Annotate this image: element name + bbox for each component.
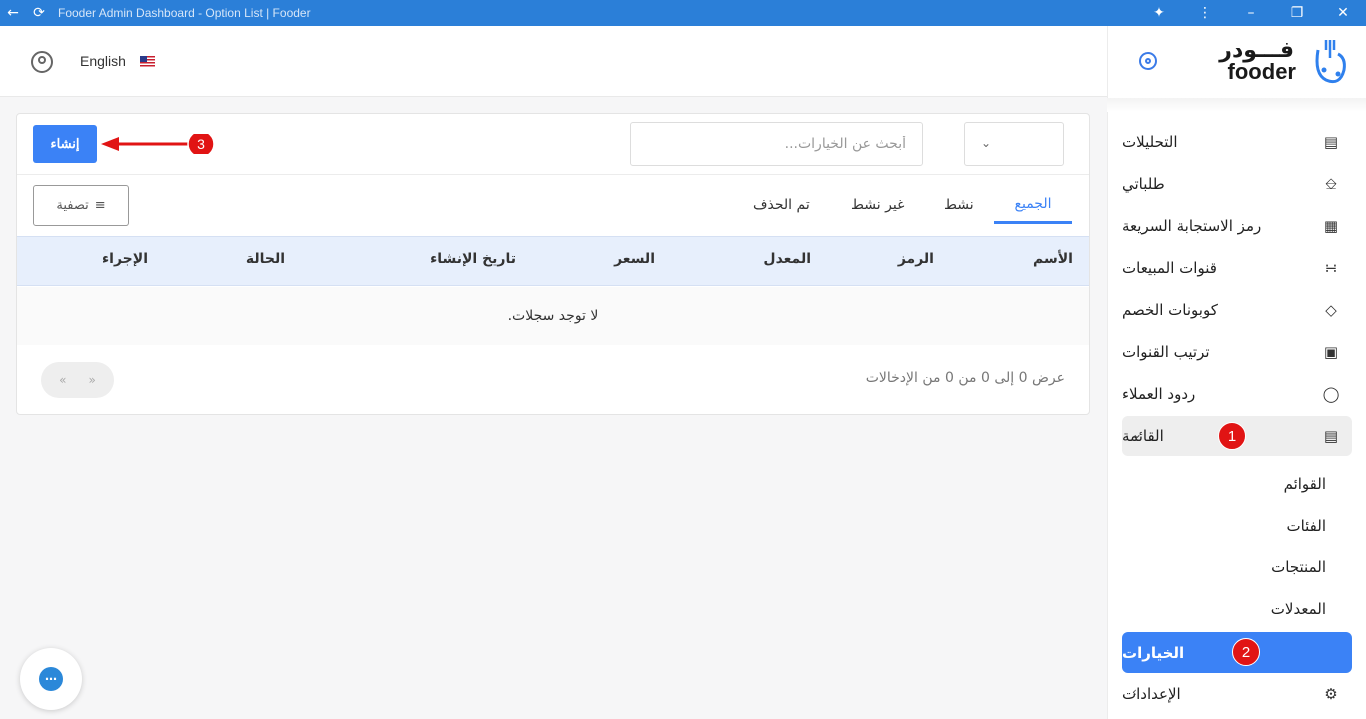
user-avatar-icon[interactable] xyxy=(31,51,53,73)
sidebar-item-label: قنوات المبيعات xyxy=(1122,259,1217,277)
store-icon: ▣ xyxy=(1323,343,1339,361)
gear-icon: ⚙ xyxy=(1324,685,1338,703)
sidebar-item-label: الخيارات xyxy=(1122,643,1185,662)
sidebar-item-label: رمز الاستجابة السريعة xyxy=(1122,217,1262,235)
submenu-item-modifiers[interactable]: المعدلات xyxy=(1271,592,1326,626)
logo: فـــودر fooder xyxy=(1107,26,1366,98)
window-title: Fooder Admin Dashboard - Option List | F… xyxy=(58,6,311,20)
rss-icon: ∺ xyxy=(1324,259,1338,277)
tab-deleted[interactable]: تم الحذف xyxy=(753,186,810,224)
chart-icon: ▤ xyxy=(1323,133,1339,151)
language-switcher[interactable]: English xyxy=(80,53,126,69)
tab-active[interactable]: نشط xyxy=(944,186,974,224)
submenu-item-menus[interactable]: القوائم xyxy=(1284,467,1326,501)
divider xyxy=(17,174,1089,175)
column-header-price[interactable]: السعر xyxy=(614,251,655,267)
step-badge-1: 1 xyxy=(1218,422,1246,450)
sidebar-item-label: كوبونات الخصم xyxy=(1122,301,1218,319)
step-badge-2: 2 xyxy=(1232,638,1260,666)
pagination: « » xyxy=(41,362,114,398)
bell-tray-icon: ⎒ xyxy=(1325,175,1337,193)
sidebar-item-label: القائمة xyxy=(1122,427,1164,445)
logo-text-english: fooder xyxy=(1227,59,1296,84)
filter-label: تصفية xyxy=(56,198,89,213)
pagination-next-button[interactable]: » xyxy=(89,373,96,387)
filter-button[interactable]: ≡ تصفية xyxy=(33,185,129,226)
clipboard-icon: ▤ xyxy=(1323,427,1339,445)
qr-icon: ▦ xyxy=(1323,217,1339,235)
empty-state-row: لا توجد سجلات. xyxy=(17,287,1089,345)
tab-inactive[interactable]: غير نشط xyxy=(851,186,904,224)
close-icon[interactable]: ✕ xyxy=(1320,0,1366,26)
chevron-down-icon: ⌄ xyxy=(981,136,992,150)
step-badge-3: 3 xyxy=(197,136,205,152)
table-header: الأسم الرمز المعدل السعر تاريخ الإنشاء ا… xyxy=(17,236,1089,286)
create-button[interactable]: إنشاء xyxy=(33,125,97,163)
chevron-down-icon: ⌄ xyxy=(1132,427,1143,441)
chevron-left-icon: › xyxy=(1132,685,1137,699)
sidebar-item-label: التحليلات xyxy=(1122,133,1178,151)
column-header-created-date[interactable]: تاريخ الإنشاء xyxy=(430,251,516,267)
annotation-arrow-icon: 3 xyxy=(101,134,215,154)
submenu-item-categories[interactable]: الفئات xyxy=(1286,509,1326,543)
submenu-item-products[interactable]: المنتجات xyxy=(1271,550,1326,584)
back-arrow-icon[interactable]: ← xyxy=(0,0,26,26)
sidebar-item-channel-order[interactable]: ترتيب القنوات ▣ xyxy=(1122,332,1352,372)
tab-all[interactable]: الجميع xyxy=(994,186,1072,224)
extension-puzzle-icon[interactable]: ✦ xyxy=(1136,0,1182,26)
column-header-actions: الإجراء xyxy=(102,251,148,267)
sidebar-item-sales-channels[interactable]: قنوات المبيعات ∺ xyxy=(1122,248,1352,288)
search-input[interactable] xyxy=(630,122,923,166)
sidebar-item-customer-feedback[interactable]: ردود العملاء ◯ xyxy=(1122,374,1352,414)
filter-lines-icon: ≡ xyxy=(94,198,106,213)
sidebar-item-label: ترتيب القنوات xyxy=(1122,343,1210,361)
sidebar: فـــودر fooder التحليلات ▤ طلباتي ⎒ رمز … xyxy=(1107,26,1366,719)
sidebar-item-coupons[interactable]: كوبونات الخصم ◇ xyxy=(1122,290,1352,330)
more-vertical-icon[interactable]: ⋮ xyxy=(1182,0,1228,26)
live-chat-button[interactable]: ⋯ xyxy=(20,648,82,710)
window-title-bar: ← ⟳ Fooder Admin Dashboard - Option List… xyxy=(0,0,1366,26)
fooder-logo-mark-icon xyxy=(1315,40,1346,84)
column-header-code[interactable]: الرمز xyxy=(898,251,934,267)
refresh-icon[interactable]: ⟳ xyxy=(26,0,52,26)
logo-divider xyxy=(1107,98,1366,112)
column-header-modifier[interactable]: المعدل xyxy=(763,251,811,267)
minimize-icon[interactable]: – xyxy=(1228,0,1274,26)
chat-icon: ⋯ xyxy=(39,667,63,691)
sidebar-item-settings[interactable]: الإعدادات ⚙ › xyxy=(1122,674,1352,714)
us-flag-icon[interactable] xyxy=(140,56,155,67)
column-header-name[interactable]: الأسم xyxy=(1033,251,1073,267)
sidebar-collapse-icon[interactable] xyxy=(1139,52,1157,70)
chat-bubble-icon: ◯ xyxy=(1322,385,1340,403)
sidebar-item-analytics[interactable]: التحليلات ▤ xyxy=(1122,122,1352,162)
sidebar-item-label: الإعدادات xyxy=(1122,685,1181,703)
sidebar-item-label: طلباتي xyxy=(1122,175,1165,193)
column-header-status[interactable]: الحالة xyxy=(246,251,285,267)
options-card: إنشاء 3 ⌄ الجميع نشط غير نشط تم الحذف ≡ … xyxy=(16,113,1090,415)
sidebar-item-qr-code[interactable]: رمز الاستجابة السريعة ▦ xyxy=(1122,206,1352,246)
tag-icon: ◇ xyxy=(1325,301,1337,319)
pagination-prev-button[interactable]: « xyxy=(59,373,66,387)
restore-icon[interactable]: ❐ xyxy=(1274,0,1320,26)
status-select[interactable]: ⌄ xyxy=(964,122,1064,166)
top-header: English xyxy=(0,26,1107,97)
sidebar-item-orders[interactable]: طلباتي ⎒ xyxy=(1122,164,1352,204)
pagination-summary: عرض 0 إلى 0 من 0 من الإدخالات xyxy=(865,370,1065,386)
sidebar-item-label: ردود العملاء xyxy=(1122,385,1196,403)
